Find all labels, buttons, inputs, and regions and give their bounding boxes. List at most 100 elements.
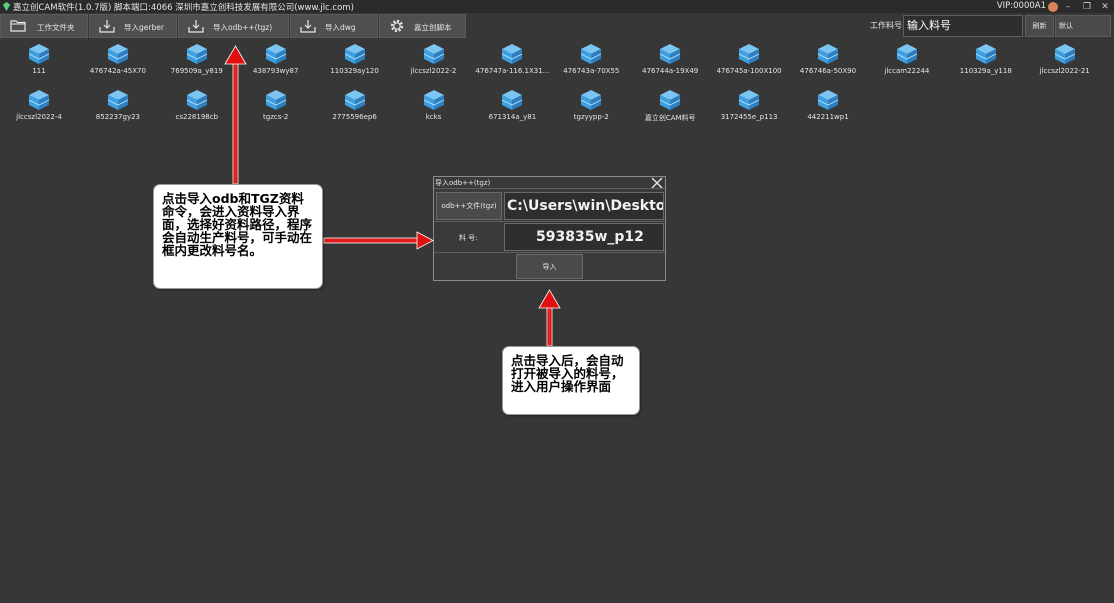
file-item[interactable]: jlccszl2022-2: [395, 43, 473, 87]
import-button[interactable]: 导入: [516, 254, 583, 279]
jlc-script-label: 嘉立创脚本: [414, 23, 452, 32]
import-odb-button[interactable]: 导入odb++(tgz): [178, 14, 289, 38]
file-item[interactable]: 438793wy87: [237, 43, 315, 87]
avatar-icon[interactable]: [1048, 2, 1058, 12]
file-cube-icon: [28, 44, 50, 64]
file-item[interactable]: 852237gy23: [79, 89, 157, 133]
file-item[interactable]: 476747a-116.1X31...: [473, 43, 551, 87]
import-tray-icon: [188, 20, 204, 33]
file-item[interactable]: jlccszl2022-21: [1026, 43, 1104, 87]
file-name: 476742a-45X70: [89, 67, 146, 75]
refresh-button[interactable]: 刷新: [1025, 15, 1054, 37]
app-logo-icon: [2, 2, 11, 11]
dialog-part-label: 料 号:: [459, 234, 478, 242]
file-cube-icon: [107, 90, 129, 110]
file-item[interactable]: 476746a-50X90: [789, 43, 867, 87]
file-cube-icon: [738, 44, 760, 64]
file-name: 嘉立创CAM料号: [644, 114, 696, 122]
file-item[interactable]: 110329a_y118: [947, 43, 1025, 87]
file-cube-icon: [817, 90, 839, 110]
file-cube-icon: [660, 90, 681, 110]
dialog-title: 导入odb++(tgz): [435, 179, 491, 187]
file-name: 476744a-19X49: [642, 67, 699, 75]
file-cube-icon: [265, 90, 286, 110]
import-gerber-button[interactable]: 导入gerber: [89, 14, 177, 38]
jlc-script-button[interactable]: 嘉立创脚本: [379, 14, 466, 38]
vip-badge: VIP:0000A1: [996, 1, 1046, 11]
import-tray-icon: [300, 20, 316, 33]
file-name: jlccszl2022-2: [410, 67, 457, 75]
file-name: cs228198cb: [175, 113, 219, 121]
import-gerber-label: 导入gerber: [124, 23, 164, 32]
file-cube-icon: [344, 90, 365, 110]
callout-after-import: 点击导入后，会自动打开被导入的料号，进入用户操作界面: [502, 346, 640, 415]
file-name: jlccszl2022-21: [1039, 67, 1090, 75]
file-item[interactable]: tgzyypp-2: [552, 89, 630, 133]
folder-icon: [10, 20, 26, 32]
file-name: 671314a_y81: [488, 113, 537, 121]
file-name: 438793wy87: [252, 67, 299, 75]
file-item[interactable]: 671314a_y81: [473, 89, 551, 133]
arrow-right-to-dialog: [323, 231, 434, 250]
file-cube-icon: [423, 44, 444, 64]
file-item[interactable]: 442211wp1: [789, 89, 867, 133]
arrow-up-to-import-button: [538, 289, 561, 347]
file-cube-icon: [265, 44, 286, 64]
file-name: 476745a-100X100: [716, 67, 782, 75]
file-name: 110329a_y118: [959, 67, 1012, 75]
file-item[interactable]: 嘉立创CAM料号: [631, 89, 709, 133]
file-item[interactable]: 476742a-45X70: [79, 43, 157, 87]
file-cube-icon: [581, 44, 602, 64]
file-path-field[interactable]: C:\Users\win\Desktop\: [504, 192, 664, 220]
file-name: 476747a-116.1X31...: [475, 67, 550, 75]
file-name: jlccam22244: [884, 67, 930, 75]
file-cube-icon: [581, 90, 602, 110]
import-dwg-label: 导入dwg: [325, 23, 356, 32]
file-item[interactable]: 476745a-100X100: [710, 43, 788, 87]
file-name: 852237gy23: [95, 113, 140, 121]
work-part-input[interactable]: 输入料号: [903, 15, 1023, 37]
file-cube-icon: [502, 90, 523, 110]
file-name: 476746a-50X90: [799, 67, 857, 75]
file-item[interactable]: jlccam22244: [868, 43, 946, 87]
file-cube-icon: [28, 90, 50, 110]
part-number-field[interactable]: 593835w_p12: [504, 223, 664, 251]
file-item[interactable]: kcks: [395, 89, 473, 133]
file-item[interactable]: tgzcs-2: [237, 89, 315, 133]
close-window-icon[interactable]: ✕: [1097, 0, 1113, 13]
file-name: jlccszl2022-4: [16, 113, 62, 121]
import-odb-dialog: 导入odb++(tgz) odb++文件(tgz) C:\Users\win\D…: [433, 176, 666, 281]
import-dwg-button[interactable]: 导入dwg: [290, 14, 378, 38]
file-item[interactable]: 110329ay120: [316, 43, 394, 87]
file-item[interactable]: 111: [0, 43, 78, 87]
callout-import-odb: 点击导入odb和TGZ资料命令，会进入资料导入界面，选择好资料路径，程序会自动生…: [153, 184, 323, 289]
file-item[interactable]: jlccszl2022-4: [0, 89, 78, 133]
file-name: tgzcs-2: [263, 113, 289, 121]
default-button[interactable]: 默认: [1055, 15, 1111, 37]
file-name: kcks: [425, 113, 442, 121]
file-item[interactable]: 3172455e_p113: [710, 89, 788, 133]
file-cube-icon: [186, 90, 207, 110]
file-item[interactable]: 769509a_y819: [158, 43, 236, 87]
file-name: 2775596ep6: [332, 113, 377, 121]
gear-icon: [390, 19, 404, 33]
odb-file-button[interactable]: odb++文件(tgz): [436, 192, 502, 220]
file-item[interactable]: 476743a-70X55: [552, 43, 630, 87]
import-tray-icon: [99, 20, 115, 33]
file-item[interactable]: 476744a-19X49: [631, 43, 709, 87]
restore-icon[interactable]: ❐: [1079, 0, 1095, 13]
file-item[interactable]: cs228198cb: [158, 89, 236, 133]
file-name: 442211wp1: [807, 113, 849, 121]
file-name: 110329ay120: [330, 67, 379, 75]
file-name: 769509a_y819: [170, 67, 223, 75]
file-name: 476743a-70X55: [563, 67, 620, 75]
file-cube-icon: [660, 44, 681, 64]
work-folder-button[interactable]: 工作文件夹: [0, 14, 88, 38]
minimize-icon[interactable]: –: [1060, 0, 1076, 13]
file-cube-icon: [344, 44, 365, 64]
file-name: 111: [32, 67, 46, 75]
file-name: tgzyypp-2: [573, 113, 609, 121]
file-cube-icon: [423, 90, 444, 110]
window-title: 嘉立创CAM软件(1.0.7版) 脚本端口:4066 深圳市嘉立创科技发展有限公…: [13, 2, 354, 13]
file-item[interactable]: 2775596ep6: [316, 89, 394, 133]
